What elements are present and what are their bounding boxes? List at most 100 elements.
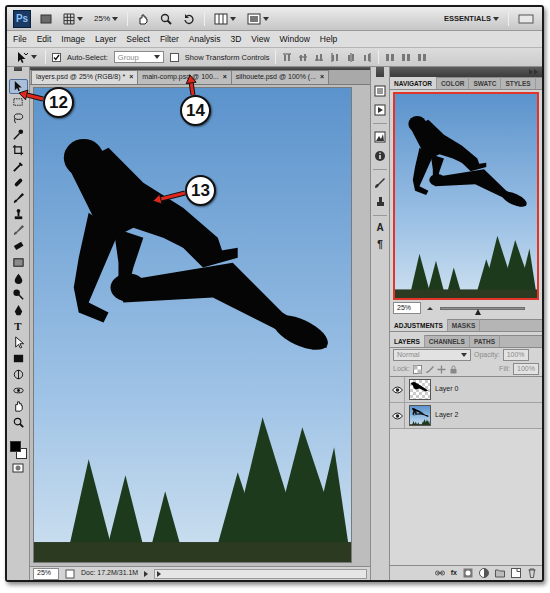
- navigator-preview[interactable]: [393, 92, 539, 300]
- tool-button[interactable]: [9, 111, 28, 126]
- magnifier-icon[interactable]: [160, 13, 172, 25]
- opacity-field[interactable]: 100%: [503, 349, 529, 361]
- new-layer-icon[interactable]: [511, 568, 521, 578]
- foreground-color-swatch[interactable]: [10, 441, 21, 452]
- menu-item[interactable]: Edit: [37, 34, 52, 44]
- rotate-view-button[interactable]: [181, 13, 197, 25]
- tool-button[interactable]: [9, 127, 28, 142]
- menu-item[interactable]: Select: [126, 34, 150, 44]
- move-icon[interactable]: [15, 51, 29, 64]
- bridge-button[interactable]: [38, 13, 54, 25]
- view-extras-button[interactable]: [61, 13, 85, 25]
- menu-item[interactable]: Filter: [160, 34, 179, 44]
- actions-panel-icon[interactable]: [374, 104, 386, 116]
- folder-icon[interactable]: [495, 568, 505, 578]
- zoom-level-dropdown[interactable]: 25%: [92, 14, 120, 24]
- lock-pixels-icon[interactable]: [425, 365, 434, 374]
- tool-button[interactable]: [9, 271, 28, 286]
- text-panel-button[interactable]: A: [376, 223, 383, 233]
- lock-transparency-icon[interactable]: [413, 365, 422, 374]
- tool-button[interactable]: [9, 303, 28, 318]
- layer-row[interactable]: Layer 0: [390, 377, 542, 403]
- screen-mode-icon[interactable]: [247, 13, 261, 25]
- tool-preset-picker[interactable]: [13, 51, 39, 64]
- tool-button[interactable]: [9, 287, 28, 302]
- document-image[interactable]: [33, 87, 352, 563]
- align-icon[interactable]: [298, 52, 308, 63]
- panel-tab[interactable]: COLOR: [437, 77, 469, 89]
- menu-item[interactable]: 3D: [230, 34, 241, 44]
- brushes-panel-icon[interactable]: [374, 177, 386, 189]
- menu-item[interactable]: File: [13, 34, 27, 44]
- window-menu-button[interactable]: [516, 13, 536, 25]
- zoom-tool-button[interactable]: [158, 13, 174, 25]
- tool-button[interactable]: [9, 143, 28, 158]
- align-icon[interactable]: [362, 52, 372, 63]
- menu-item[interactable]: Help: [320, 34, 337, 44]
- menu-item[interactable]: View: [251, 34, 269, 44]
- distribute-icon[interactable]: [417, 52, 427, 63]
- visibility-toggle[interactable]: [390, 403, 405, 428]
- histogram-panel-icon[interactable]: [374, 131, 386, 143]
- zoom-out-icon[interactable]: [426, 304, 435, 313]
- align-icon[interactable]: [330, 52, 340, 63]
- panel-tab[interactable]: PATHS: [470, 335, 500, 347]
- document-tab[interactable]: layers.psd @ 25% (RGB/8) *×: [31, 70, 138, 84]
- tool-button[interactable]: [9, 239, 28, 254]
- tool-button[interactable]: [9, 335, 28, 350]
- tool-button[interactable]: [9, 175, 28, 190]
- lock-position-icon[interactable]: [437, 365, 446, 374]
- status-menu-arrow-icon[interactable]: [144, 571, 148, 577]
- panel-tab[interactable]: CHANNELS: [425, 335, 470, 347]
- text-panel-button[interactable]: ¶: [377, 240, 383, 250]
- panel-tab[interactable]: LAYERS: [390, 335, 425, 347]
- color-swatches[interactable]: [9, 440, 28, 460]
- fill-field[interactable]: 100%: [513, 363, 539, 375]
- menu-item[interactable]: Layer: [95, 34, 116, 44]
- panel-tab[interactable]: MASKS: [448, 319, 480, 331]
- adjustment-layer-icon[interactable]: [479, 568, 489, 578]
- layer-style-button[interactable]: fx: [451, 569, 457, 577]
- info-panel-icon[interactable]: [374, 150, 386, 162]
- info-icon[interactable]: [65, 569, 75, 579]
- tool-button[interactable]: [9, 399, 28, 414]
- document-tab[interactable]: silhouete.psd @ 100% (...×: [231, 70, 329, 84]
- visibility-toggle[interactable]: [390, 377, 405, 402]
- lock-all-icon[interactable]: [449, 365, 458, 374]
- tool-button[interactable]: [9, 191, 28, 206]
- status-zoom-field[interactable]: 25%: [33, 568, 59, 580]
- arrange-documents-button[interactable]: [212, 13, 238, 25]
- panel-tab[interactable]: SWATC: [469, 77, 501, 89]
- tool-button[interactable]: [9, 159, 28, 174]
- scroll-arrow-icon[interactable]: [157, 571, 161, 577]
- workspace-switcher[interactable]: ESSENTIALS: [442, 14, 501, 23]
- tool-button[interactable]: [9, 351, 28, 366]
- close-tab-button[interactable]: ×: [320, 73, 324, 81]
- blend-mode-dropdown[interactable]: Normal: [393, 349, 471, 361]
- menu-item[interactable]: Analysis: [189, 34, 221, 44]
- panel-tab[interactable]: ADJUSTMENTS: [390, 319, 448, 331]
- tool-button[interactable]: [9, 95, 28, 110]
- align-icon[interactable]: [346, 52, 356, 63]
- bridge-icon[interactable]: [40, 13, 52, 25]
- close-tab-button[interactable]: ×: [129, 73, 133, 81]
- collapse-arrow-icon[interactable]: [534, 69, 538, 75]
- panel-tab[interactable]: STYLES: [501, 77, 535, 89]
- tool-button[interactable]: [9, 79, 28, 94]
- menu-item[interactable]: Window: [280, 34, 310, 44]
- quick-mask-button[interactable]: [9, 460, 28, 475]
- auto-select-target-dropdown[interactable]: Group: [114, 51, 164, 63]
- panel-tab[interactable]: NAVIGATOR: [390, 77, 437, 89]
- panel-grip[interactable]: [390, 67, 542, 77]
- collapse-arrow-icon[interactable]: [529, 69, 533, 75]
- tool-button[interactable]: [9, 367, 28, 382]
- screen-mode-button[interactable]: [245, 13, 271, 25]
- distribute-icon[interactable]: [385, 52, 395, 63]
- tool-button[interactable]: [9, 223, 28, 238]
- checkbox[interactable]: [170, 53, 179, 62]
- align-icon[interactable]: [314, 52, 324, 63]
- window-icon[interactable]: [518, 13, 534, 25]
- distribute-icon[interactable]: [401, 52, 411, 63]
- rotate-icon[interactable]: [183, 13, 195, 25]
- canvas[interactable]: [30, 85, 370, 566]
